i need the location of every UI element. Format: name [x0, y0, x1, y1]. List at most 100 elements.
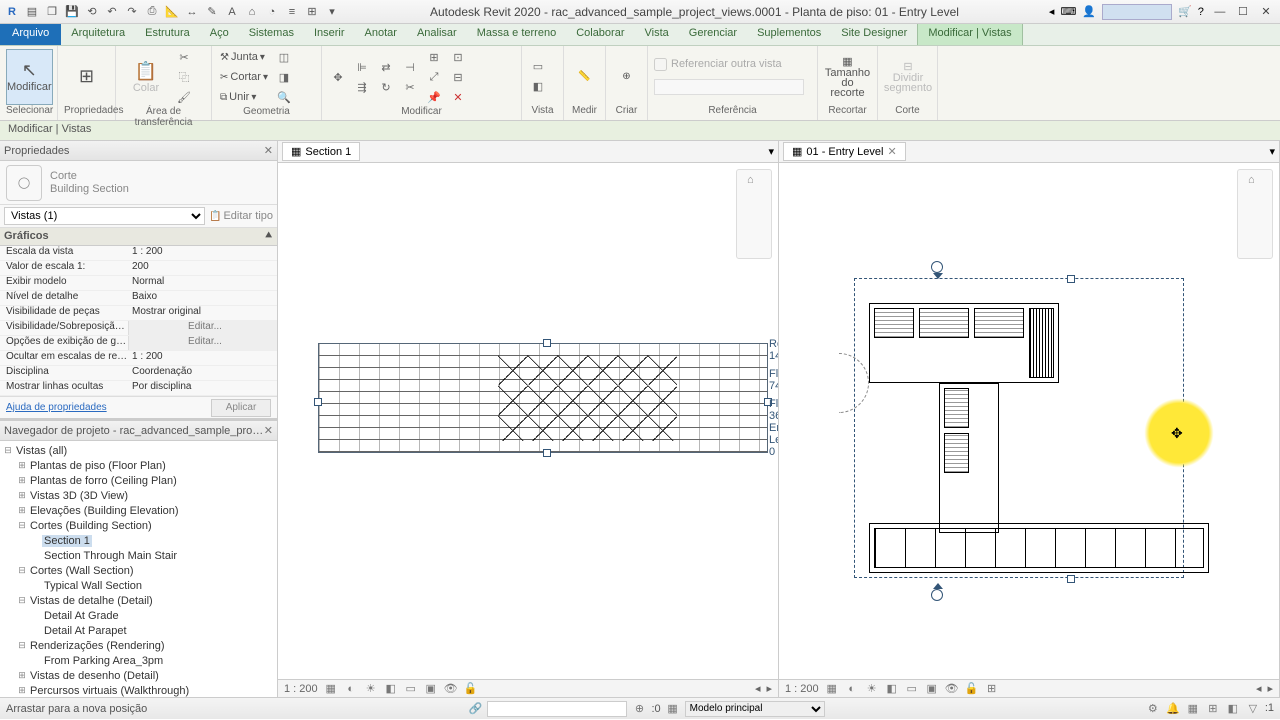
prop-group-graphics[interactable]: Gráficos⯅ [0, 228, 277, 246]
tab-vista[interactable]: Vista [635, 24, 679, 45]
detail-level-icon[interactable]: ▦ [324, 682, 338, 696]
tab-analisar[interactable]: Analisar [407, 24, 467, 45]
tree-node[interactable]: Typical Wall Section [0, 578, 277, 593]
app-store-icon[interactable]: 🛒 [1178, 5, 1192, 18]
property-row[interactable]: Valor de escala 1:200 [0, 261, 277, 276]
property-row[interactable]: Escala da vista1 : 200 [0, 246, 277, 261]
tab-modify-context[interactable]: Modificar | Vistas [917, 24, 1022, 45]
status-tool2-icon[interactable]: 🔔 [1165, 702, 1181, 715]
crop-visible-icon[interactable]: ▣ [424, 682, 438, 696]
rotate-icon[interactable]: ↻ [376, 78, 396, 96]
select-link-icon[interactable]: 🔗 [467, 702, 483, 715]
tree-expander-icon[interactable]: ⊞ [16, 670, 28, 681]
text-icon[interactable]: A [224, 4, 240, 20]
section-canvas[interactable]: Roof 14000 Floor 7400 Floor 3600 Entry L… [278, 163, 778, 679]
view-tool2-icon[interactable]: ◧ [528, 78, 548, 96]
navigation-bar[interactable] [736, 169, 772, 259]
tab-sitedesigner[interactable]: Site Designer [831, 24, 917, 45]
split-segment-button[interactable]: ⊟Dividir segmento [884, 49, 932, 105]
status-tool4-icon[interactable]: ⊞ [1205, 702, 1221, 715]
unir-button[interactable]: ⧉ Unir ▾ [218, 88, 270, 106]
reference-checkbox[interactable]: Referenciar outra vista [654, 58, 782, 71]
tag-icon[interactable]: ✎ [204, 4, 220, 20]
tree-node[interactable]: ⊟Renderizações (Rendering) [0, 638, 277, 653]
minimize-button[interactable]: — [1210, 6, 1230, 18]
tab-estrutura[interactable]: Estrutura [135, 24, 200, 45]
property-value[interactable]: Editar... [128, 336, 277, 350]
align-icon[interactable]: ⊫ [352, 58, 372, 76]
property-row[interactable]: Opções de exibição de grá...Editar... [0, 336, 277, 351]
hide-icon[interactable]: 👁 [945, 682, 959, 696]
tree-node[interactable]: ⊞Plantas de forro (Ceiling Plan) [0, 473, 277, 488]
print-icon[interactable]: ⎙ [144, 4, 160, 20]
detail-level-icon[interactable]: ▦ [825, 682, 839, 696]
measure-icon[interactable]: 📐 [164, 4, 180, 20]
geom-tool2-icon[interactable]: ◨ [274, 68, 294, 86]
scroll-left-icon[interactable]: ◂ [1256, 682, 1262, 695]
tab-arquitetura[interactable]: Arquitetura [61, 24, 135, 45]
tree-node[interactable]: Section Through Main Stair [0, 548, 277, 563]
tree-node[interactable]: ⊞Percursos virtuais (Walkthrough) [0, 683, 277, 697]
crop-handle[interactable] [1067, 575, 1075, 583]
cut-button[interactable]: ✂ Cortar ▾ [218, 68, 270, 86]
section-crop-region[interactable]: Roof 14000 Floor 7400 Floor 3600 Entry L… [318, 343, 768, 453]
tab-suplementos[interactable]: Suplementos [747, 24, 831, 45]
tab-anotar[interactable]: Anotar [355, 24, 407, 45]
tree-node[interactable]: Detail At Grade [0, 608, 277, 623]
trim-icon[interactable]: ⊣ [400, 58, 420, 76]
ungroup-icon[interactable]: ⊟ [448, 68, 468, 86]
temp-icon[interactable]: ⊞ [985, 682, 999, 696]
plan-canvas[interactable]: ✥ [779, 163, 1279, 679]
measure-button[interactable]: 📏 [570, 49, 599, 105]
create-button[interactable]: ⊕ [612, 49, 641, 105]
pin-icon[interactable]: 📌 [424, 88, 444, 106]
property-row[interactable]: Nível de detalheBaixo [0, 291, 277, 306]
tab-sistemas[interactable]: Sistemas [239, 24, 304, 45]
property-value[interactable]: Mostrar original [128, 306, 277, 320]
scale-label[interactable]: 1 : 200 [785, 683, 819, 695]
browser-tree[interactable]: ⊟Vistas (all)⊞Plantas de piso (Floor Pla… [0, 441, 277, 697]
shadows-icon[interactable]: ◧ [885, 682, 899, 696]
tree-node[interactable]: ⊞Vistas 3D (3D View) [0, 488, 277, 503]
redo-icon[interactable]: ↷ [124, 4, 140, 20]
properties-button[interactable]: ⊞ [64, 49, 109, 105]
scroll-left-icon[interactable]: ◂ [755, 682, 761, 695]
tree-node[interactable]: From Parking Area_3pm [0, 653, 277, 668]
hide-icon[interactable]: 👁 [444, 682, 458, 696]
move-icon[interactable]: ✥ [328, 68, 348, 86]
paste-button[interactable]: 📋Colar [122, 49, 170, 105]
tree-node[interactable]: ⊞Plantas de piso (Floor Plan) [0, 458, 277, 473]
property-value[interactable]: 200 [128, 261, 277, 275]
reference-dropdown[interactable] [654, 79, 804, 95]
tab-list-dropdown-icon[interactable]: ▾ [768, 145, 774, 158]
instance-filter[interactable]: Vistas (1) [4, 207, 205, 225]
apply-button[interactable]: Aplicar [211, 399, 271, 417]
tree-expander-icon[interactable]: ⊞ [16, 460, 28, 471]
browser-close-icon[interactable]: ✕ [264, 424, 273, 437]
3d-icon[interactable]: ⌂ [244, 4, 260, 20]
reveal-icon[interactable]: 🔓 [464, 682, 478, 696]
open-icon[interactable]: ▤ [24, 4, 40, 20]
workset-icon[interactable]: ▦ [665, 702, 681, 715]
crop-size-button[interactable]: ▦Tamanho do recorte [824, 49, 871, 105]
save-as-icon[interactable]: 💾 [64, 4, 80, 20]
reveal-icon[interactable]: 🔓 [965, 682, 979, 696]
view-tab-section[interactable]: ▦ Section 1 [282, 142, 360, 161]
scale-icon[interactable]: ⤢ [424, 68, 444, 86]
search-icon[interactable]: ◂ [1049, 5, 1055, 18]
snap-icon[interactable]: ⊕ [631, 702, 647, 715]
tree-node[interactable]: ⊞Vistas de desenho (Detail) [0, 668, 277, 683]
tree-node[interactable]: ⊟Cortes (Building Section) [0, 518, 277, 533]
shadows-icon[interactable]: ◧ [384, 682, 398, 696]
scroll-right-icon[interactable]: ▸ [1267, 682, 1273, 695]
thin-lines-icon[interactable]: ≡ [284, 4, 300, 20]
property-row[interactable]: Visibilidade de peçasMostrar original [0, 306, 277, 321]
visual-style-icon[interactable]: ◐ [344, 682, 358, 696]
section-head-top[interactable] [931, 261, 945, 275]
view-tool-icon[interactable]: ▭ [528, 58, 548, 76]
user-name-box[interactable] [1102, 4, 1172, 20]
view-tab-close-icon[interactable]: ✕ [887, 145, 896, 158]
match-icon[interactable]: 🖌 [174, 88, 194, 106]
tree-node[interactable]: Section 1 [0, 533, 277, 548]
properties-close-icon[interactable]: ✕ [264, 144, 273, 157]
